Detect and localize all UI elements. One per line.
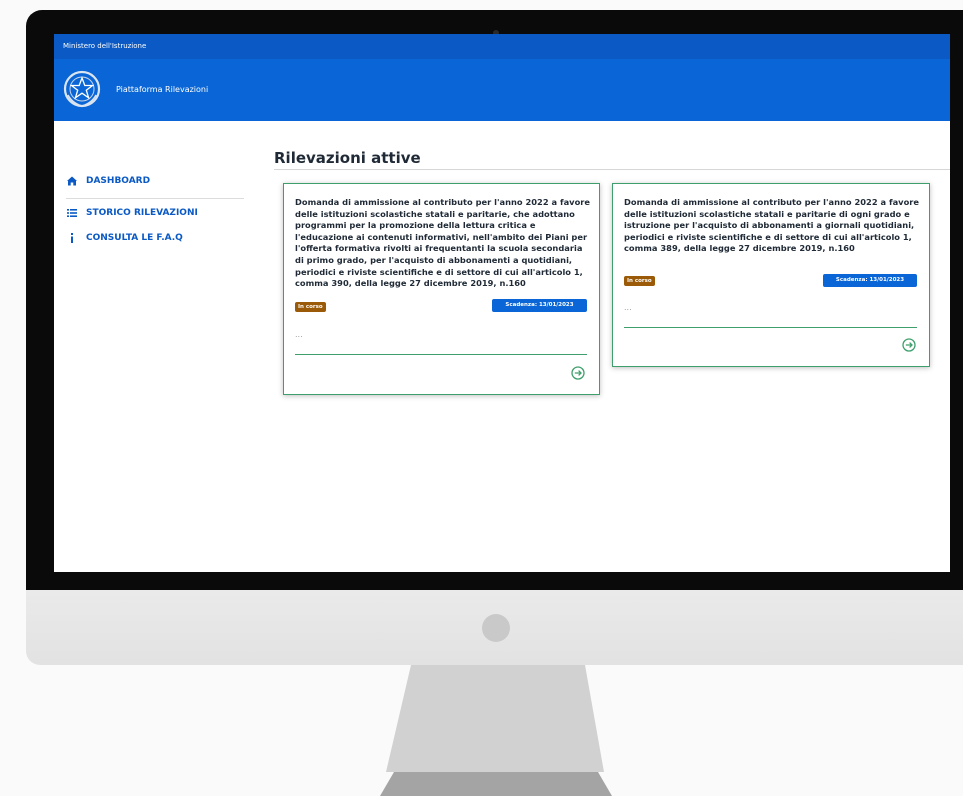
sidebar-item-dashboard[interactable]: DASHBOARD bbox=[66, 175, 150, 187]
brand-bar: Piattaforma Rilevazioni bbox=[54, 59, 950, 121]
title-divider bbox=[274, 169, 950, 170]
card-description: Domanda di ammissione al contributo per … bbox=[295, 197, 591, 289]
sidebar-item-label: CONSULTA LE F.A.Q bbox=[86, 233, 183, 243]
status-badge: In corso bbox=[295, 302, 326, 312]
sidebar-divider bbox=[66, 198, 244, 199]
deadline-button[interactable]: Scadenza: 13/01/2023 bbox=[823, 274, 917, 287]
screen: Ministero dell'Istruzione Piattaforma Ri… bbox=[54, 34, 950, 572]
ministry-name: Ministero dell'Istruzione bbox=[63, 42, 147, 50]
page-title: Rilevazioni attive bbox=[274, 149, 421, 167]
arrow-right-circle-icon[interactable] bbox=[571, 366, 585, 380]
card-ellipsis: ... bbox=[624, 303, 632, 312]
card-ellipsis: ... bbox=[295, 330, 303, 339]
sidebar-item-faq[interactable]: CONSULTA LE F.A.Q bbox=[66, 232, 183, 244]
platform-name[interactable]: Piattaforma Rilevazioni bbox=[116, 85, 208, 94]
republic-emblem-icon[interactable] bbox=[62, 69, 102, 109]
card-description: Domanda di ammissione al contributo per … bbox=[624, 197, 920, 254]
card-divider bbox=[624, 327, 917, 328]
status-badge: In corso bbox=[624, 276, 655, 286]
card-divider bbox=[295, 354, 587, 355]
monitor-stand bbox=[380, 665, 612, 796]
info-icon bbox=[71, 233, 73, 243]
sidebar-item-label: DASHBOARD bbox=[86, 176, 151, 186]
home-icon bbox=[67, 176, 77, 186]
sidebar-item-storico[interactable]: STORICO RILEVAZIONI bbox=[66, 207, 198, 219]
power-button bbox=[482, 614, 510, 642]
arrow-right-circle-icon[interactable] bbox=[902, 338, 916, 352]
survey-card-1[interactable]: Domanda di ammissione al contributo per … bbox=[283, 183, 600, 395]
sidebar-item-label: STORICO RILEVAZIONI bbox=[86, 208, 198, 218]
list-icon bbox=[67, 209, 77, 217]
survey-card-2[interactable]: Domanda di ammissione al contributo per … bbox=[612, 183, 930, 367]
ministry-bar: Ministero dell'Istruzione bbox=[54, 34, 950, 59]
deadline-button[interactable]: Scadenza: 13/01/2023 bbox=[492, 299, 587, 312]
